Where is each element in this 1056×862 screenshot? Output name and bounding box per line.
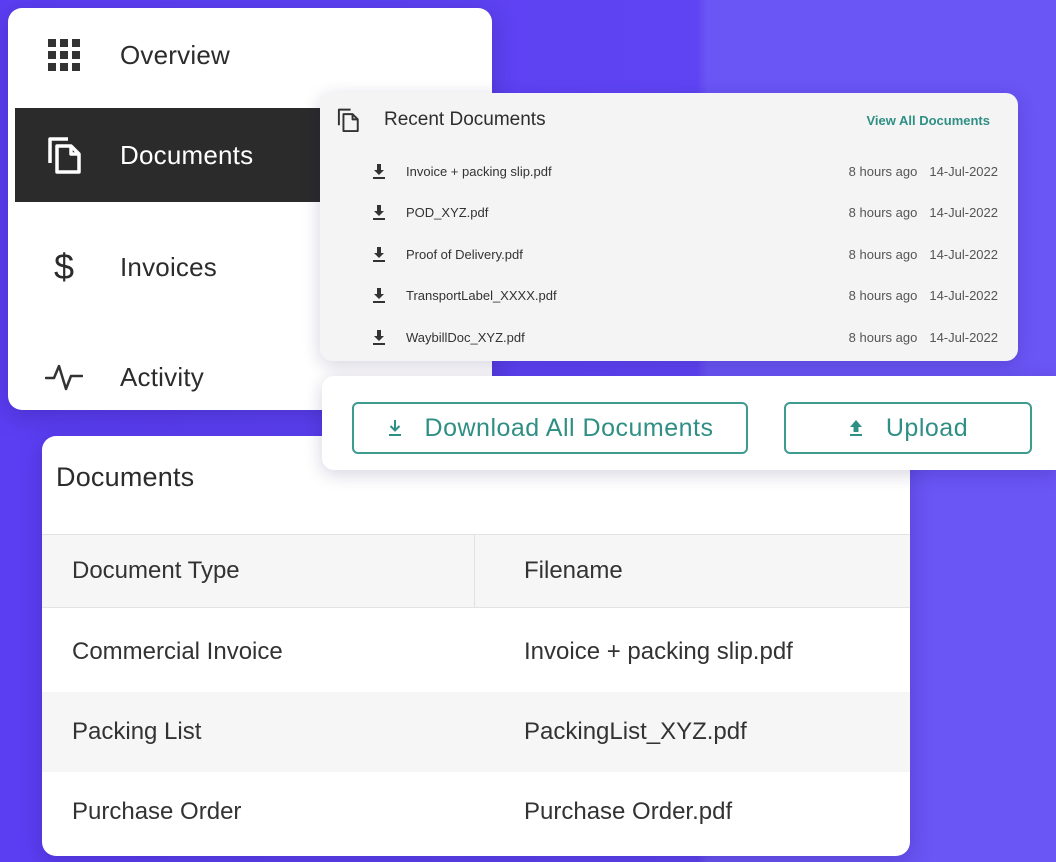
table-row[interactable]: Purchase Order Purchase Order.pdf: [42, 772, 910, 852]
recent-document-date: 14-Jul-2022: [929, 246, 998, 262]
cell-document-type: Commercial Invoice: [72, 638, 283, 665]
recent-document-row[interactable]: WaybillDoc_XYZ.pdf 8 hours ago 14-Jul-20…: [372, 325, 998, 349]
sidebar-item-overview[interactable]: Overview: [8, 8, 492, 102]
cell-filename: PackingList_XYZ.pdf: [524, 718, 747, 745]
download-icon[interactable]: [372, 203, 388, 221]
recent-document-date: 14-Jul-2022: [929, 163, 998, 179]
recent-document-date: 14-Jul-2022: [929, 329, 998, 345]
download-icon[interactable]: [372, 162, 388, 180]
recent-document-filename: Proof of Delivery.pdf: [406, 246, 523, 262]
download-icon[interactable]: [372, 286, 388, 304]
column-header-filename[interactable]: Filename: [524, 535, 623, 607]
grid-icon: [44, 35, 84, 75]
recent-document-date: 14-Jul-2022: [929, 287, 998, 303]
recent-document-ago: 8 hours ago: [848, 204, 918, 220]
cell-document-type: Packing List: [72, 718, 202, 745]
download-all-documents-label: Download All Documents: [424, 413, 714, 442]
cell-filename: Invoice + packing slip.pdf: [524, 638, 793, 665]
recent-document-row[interactable]: TransportLabel_XXXX.pdf 8 hours ago 14-J…: [372, 283, 998, 307]
document-actions-bar: Download All Documents Upload: [322, 376, 1056, 470]
activity-icon: [44, 357, 84, 397]
recent-document-ago: 8 hours ago: [848, 287, 918, 303]
recent-document-row[interactable]: POD_XYZ.pdf 8 hours ago 14-Jul-2022: [372, 200, 998, 224]
recent-document-ago: 8 hours ago: [848, 246, 918, 262]
documents-icon: [44, 135, 84, 175]
cell-document-type: Purchase Order: [72, 798, 242, 825]
documents-table-title: Documents: [56, 462, 195, 492]
upload-button[interactable]: Upload: [784, 402, 1032, 454]
sidebar-item-label: Activity: [120, 361, 204, 392]
download-icon: [387, 417, 409, 439]
recent-document-filename: TransportLabel_XXXX.pdf: [406, 287, 557, 303]
recent-document-ago: 8 hours ago: [848, 329, 918, 345]
column-divider: [474, 535, 475, 607]
dollar-icon: $: [53, 246, 75, 287]
recent-document-filename: WaybillDoc_XYZ.pdf: [406, 329, 525, 345]
download-icon[interactable]: [372, 328, 388, 346]
sidebar-item-documents[interactable]: Documents: [15, 108, 335, 202]
view-all-documents-link[interactable]: View All Documents: [866, 113, 990, 128]
table-row[interactable]: Commercial Invoice Invoice + packing sli…: [42, 612, 910, 692]
recent-documents-panel: Recent Documents View All Documents Invo…: [320, 93, 1018, 361]
documents-icon: [336, 107, 362, 133]
recent-document-filename: Invoice + packing slip.pdf: [406, 163, 552, 179]
recent-documents-title: Recent Documents: [384, 109, 546, 130]
sidebar-item-label: Invoices: [120, 251, 217, 282]
sidebar-item-label: Documents: [120, 139, 254, 170]
upload-icon: [848, 417, 870, 439]
table-row[interactable]: Packing List PackingList_XYZ.pdf: [42, 692, 910, 772]
download-icon[interactable]: [372, 245, 388, 263]
recent-document-filename: POD_XYZ.pdf: [406, 204, 489, 220]
cell-filename: Purchase Order.pdf: [524, 798, 733, 825]
table-header: Document Type Filename: [42, 534, 910, 608]
download-all-documents-button[interactable]: Download All Documents: [352, 402, 748, 454]
documents-table-card: Documents Document Type Filename Commerc…: [42, 436, 910, 856]
upload-label: Upload: [885, 413, 969, 442]
recent-documents-header: Recent Documents View All Documents: [336, 107, 990, 133]
recent-document-row[interactable]: Proof of Delivery.pdf 8 hours ago 14-Jul…: [372, 242, 998, 266]
column-header-document-type[interactable]: Document Type: [72, 535, 240, 607]
recent-document-row[interactable]: Invoice + packing slip.pdf 8 hours ago 1…: [372, 159, 998, 183]
recent-document-ago: 8 hours ago: [848, 163, 918, 179]
recent-document-date: 14-Jul-2022: [929, 204, 998, 220]
sidebar-item-label: Overview: [120, 39, 230, 70]
